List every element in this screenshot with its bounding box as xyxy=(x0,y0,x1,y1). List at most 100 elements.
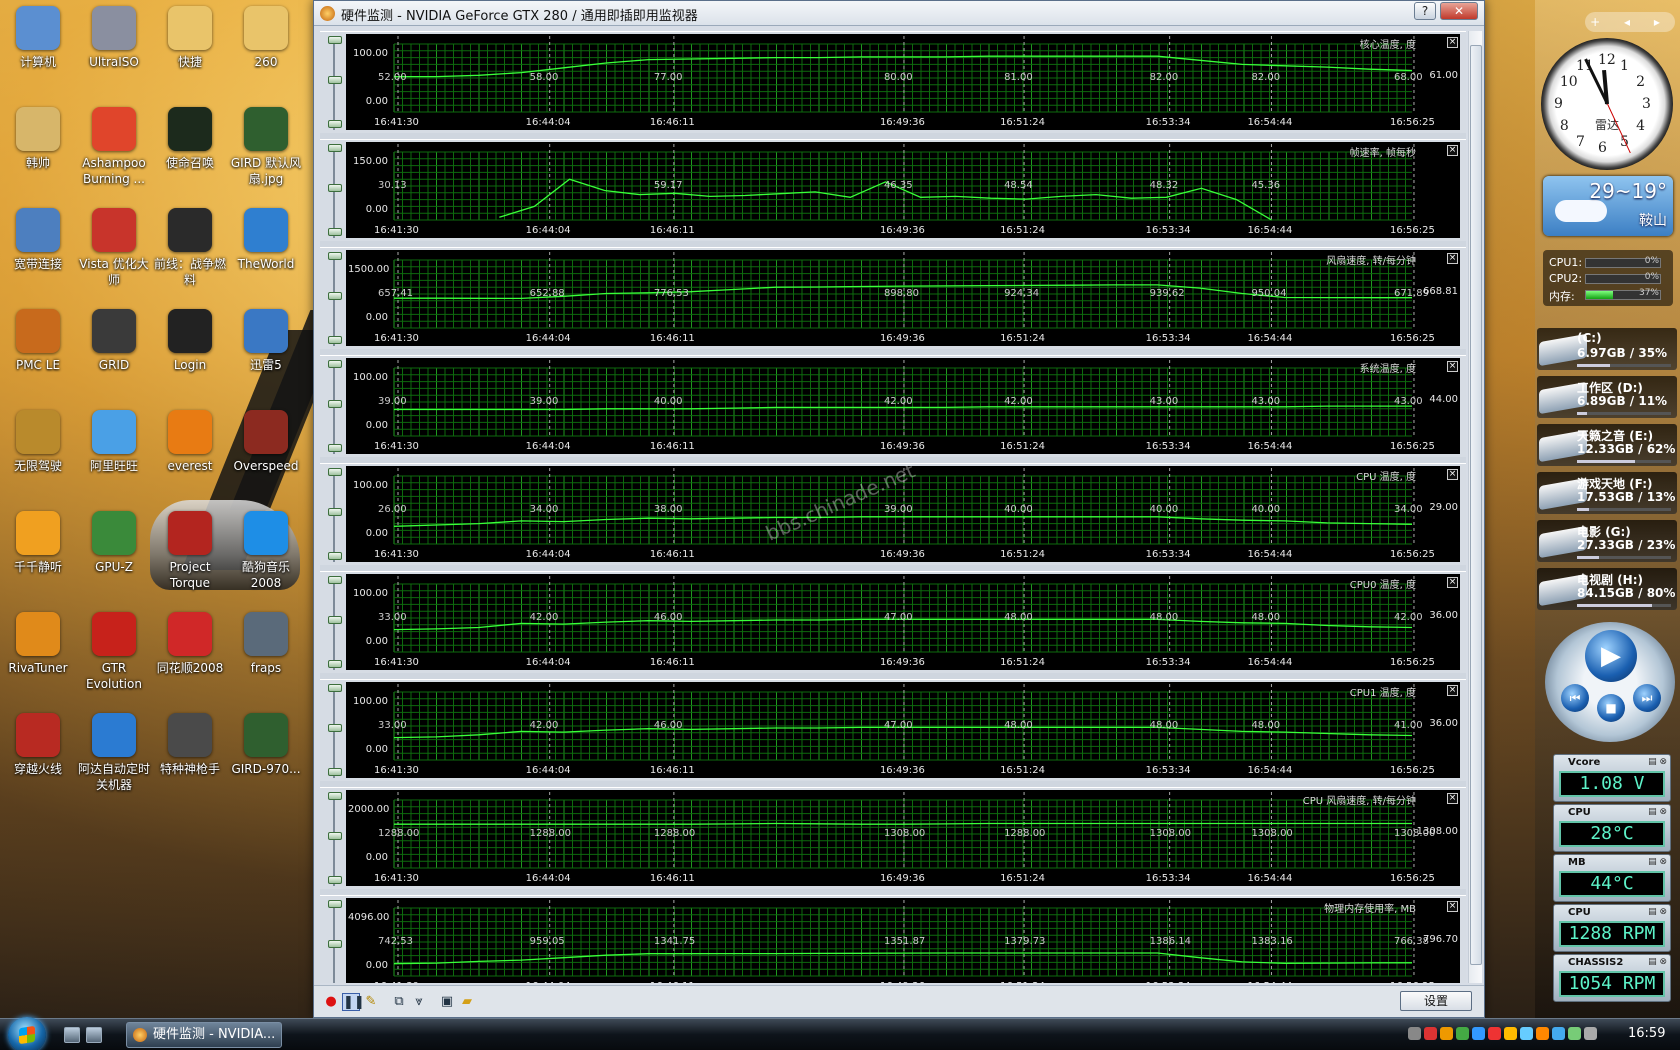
window-titlebar[interactable]: 硬件监测 - NVIDIA GeForce GTX 280 / 通用即插即用监视… xyxy=(314,1,1484,26)
drive-item[interactable]: 电影 (G:) 27.33GB / 23% xyxy=(1537,520,1677,562)
graph-close-icon[interactable]: × xyxy=(1447,469,1458,480)
desktop-icon[interactable]: GRID xyxy=(76,309,152,373)
tray-icon[interactable] xyxy=(1520,1027,1533,1040)
save-icon[interactable]: ▣ xyxy=(438,993,456,1011)
desktop-icon[interactable]: Project Torque xyxy=(152,511,228,591)
desktop-icon[interactable]: GIRD-970... xyxy=(228,713,304,777)
slider-knob-bottom[interactable] xyxy=(328,552,342,560)
tray-icon[interactable] xyxy=(1408,1027,1421,1040)
zoom-slider[interactable] xyxy=(328,468,342,562)
graph-close-icon[interactable]: × xyxy=(1447,793,1458,804)
previous-icon[interactable]: ⏮ xyxy=(1561,684,1589,712)
slider-knob-top[interactable] xyxy=(328,576,342,584)
desktop-icon[interactable]: 260 xyxy=(228,6,304,70)
sensor-controls-icon[interactable]: ▤ ⊗ xyxy=(1648,857,1667,867)
slider-knob-bottom[interactable] xyxy=(328,228,342,236)
taskbar-clock[interactable]: 16:59 xyxy=(1628,1026,1665,1041)
zoom-slider[interactable] xyxy=(328,684,342,778)
folder-icon[interactable]: ▰ xyxy=(458,993,476,1011)
slider-knob-bottom[interactable] xyxy=(328,768,342,776)
stop-icon[interactable]: ■ xyxy=(1597,694,1625,722)
tray-icon[interactable] xyxy=(1568,1027,1581,1040)
slider-knob-top[interactable] xyxy=(328,792,342,800)
sensor-gadget[interactable]: CPU ▤ ⊗ 28°C xyxy=(1553,804,1671,852)
desktop-icon[interactable]: 特种神枪手 xyxy=(152,713,228,777)
tray-icon[interactable] xyxy=(1472,1027,1485,1040)
tray-icon[interactable] xyxy=(1584,1027,1597,1040)
windows-icon[interactable]: ⧉ xyxy=(390,993,408,1011)
zoom-slider[interactable] xyxy=(328,36,342,130)
desktop-icon[interactable]: 前线：战争燃料 xyxy=(152,208,228,288)
graph-close-icon[interactable]: × xyxy=(1447,253,1458,264)
sensor-gadget[interactable]: CHASSIS2 ▤ ⊗ 1054 RPM xyxy=(1553,954,1671,1002)
record-icon[interactable]: ● xyxy=(322,993,340,1011)
graph-area[interactable]: 100.00 0.00 CPU1 温度, 度 × 16:41:30 16:44:04 16:… xyxy=(346,682,1460,778)
next-icon[interactable]: ⏭ xyxy=(1633,684,1661,712)
graph-close-icon[interactable]: × xyxy=(1447,901,1458,912)
slider-knob-bottom[interactable] xyxy=(328,660,342,668)
slider-knob-bottom[interactable] xyxy=(328,876,342,884)
graph-area[interactable]: 100.00 0.00 系统温度, 度 × 16:41:30 16:44:04 16:46:… xyxy=(346,358,1460,454)
desktop-icon[interactable]: 千千静听 xyxy=(0,511,76,575)
tray-icon[interactable] xyxy=(1424,1027,1437,1040)
desktop-icon[interactable]: 穿越火线 xyxy=(0,713,76,777)
desktop-icon[interactable]: 同花顺2008 xyxy=(152,612,228,676)
graph-close-icon[interactable]: × xyxy=(1447,685,1458,696)
sensor-gadget[interactable]: MB ▤ ⊗ 44°C xyxy=(1553,854,1671,902)
tray-icon[interactable] xyxy=(1456,1027,1469,1040)
slider-knob-mid[interactable] xyxy=(328,832,342,840)
play-icon[interactable]: ▶ xyxy=(1585,630,1637,682)
slider-knob-bottom[interactable] xyxy=(328,120,342,128)
desktop-icon[interactable]: 计算机 xyxy=(0,6,76,70)
desktop-icon[interactable]: Overspeed xyxy=(228,410,304,474)
graph-close-icon[interactable]: × xyxy=(1447,361,1458,372)
show-desktop-icon[interactable] xyxy=(64,1027,80,1043)
desktop-icon[interactable]: 酷狗音乐 2008 xyxy=(228,511,304,591)
desktop-icon[interactable]: Login xyxy=(152,309,228,373)
desktop-icon[interactable]: fraps xyxy=(228,612,304,676)
desktop-icon[interactable]: everest xyxy=(152,410,228,474)
slider-knob-mid[interactable] xyxy=(328,616,342,624)
sensor-gadget[interactable]: Vcore ▤ ⊗ 1.08 V xyxy=(1553,754,1671,802)
graph-area[interactable]: 100.00 0.00 CPU0 温度, 度 × 16:41:30 16:44:04 16:… xyxy=(346,574,1460,670)
sidebar-toolbar[interactable]: + ◂ ▸ xyxy=(1585,12,1675,32)
slider-knob-top[interactable] xyxy=(328,468,342,476)
drive-item[interactable]: (C:) 6.97GB / 35% xyxy=(1537,328,1677,370)
desktop-icon[interactable]: Vista 优化大师 xyxy=(76,208,152,288)
settings-button[interactable]: 设置 xyxy=(1400,991,1472,1011)
zoom-slider[interactable] xyxy=(328,576,342,670)
desktop-icon[interactable]: UltraISO xyxy=(76,6,152,70)
slider-knob-bottom[interactable] xyxy=(328,444,342,452)
graph-area[interactable]: 150.00 0.00 帧速率, 帧每秒 × 16:41:30 16:44:04 16:46… xyxy=(346,142,1460,238)
zoom-slider[interactable] xyxy=(328,792,342,886)
sensor-controls-icon[interactable]: ▤ ⊗ xyxy=(1648,807,1667,817)
desktop-icon[interactable]: 阿达自动定时关机器 xyxy=(76,713,152,793)
vertical-scrollbar[interactable] xyxy=(1468,31,1482,983)
slider-knob-mid[interactable] xyxy=(328,508,342,516)
zoom-slider[interactable] xyxy=(328,144,342,238)
slider-knob-mid[interactable] xyxy=(328,292,342,300)
drive-item[interactable]: 游戏天地 (F:) 17.53GB / 13% xyxy=(1537,472,1677,514)
slider-knob-top[interactable] xyxy=(328,252,342,260)
zoom-slider[interactable] xyxy=(328,360,342,454)
desktop-icon[interactable]: 阿里旺旺 xyxy=(76,410,152,474)
close-button[interactable]: ✕ xyxy=(1440,2,1478,20)
desktop-icon[interactable]: 使命召唤 xyxy=(152,107,228,171)
pencil-icon[interactable]: ✎ xyxy=(362,993,380,1011)
slider-knob-top[interactable] xyxy=(328,900,342,908)
slider-knob-mid[interactable] xyxy=(328,400,342,408)
slider-knob-mid[interactable] xyxy=(328,724,342,732)
desktop-icon[interactable]: 快捷 xyxy=(152,6,228,70)
weather-gadget[interactable]: 29~19° 鞍山 xyxy=(1543,176,1673,236)
slider-knob-top[interactable] xyxy=(328,684,342,692)
graph-area[interactable]: 4096.00 0.00 物理内存使用率, MB × 16:41:30 16:44:04 1… xyxy=(346,898,1460,983)
tray-icon[interactable] xyxy=(1552,1027,1565,1040)
switch-windows-icon[interactable] xyxy=(86,1027,102,1043)
sensor-controls-icon[interactable]: ▤ ⊗ xyxy=(1648,907,1667,917)
desktop-icon[interactable]: 宽带连接 xyxy=(0,208,76,272)
tray-icon[interactable] xyxy=(1488,1027,1501,1040)
slider-knob-top[interactable] xyxy=(328,36,342,44)
collapse-icon[interactable]: ⩔ xyxy=(410,993,428,1011)
slider-knob-top[interactable] xyxy=(328,144,342,152)
desktop-icon[interactable]: RivaTuner xyxy=(0,612,76,676)
